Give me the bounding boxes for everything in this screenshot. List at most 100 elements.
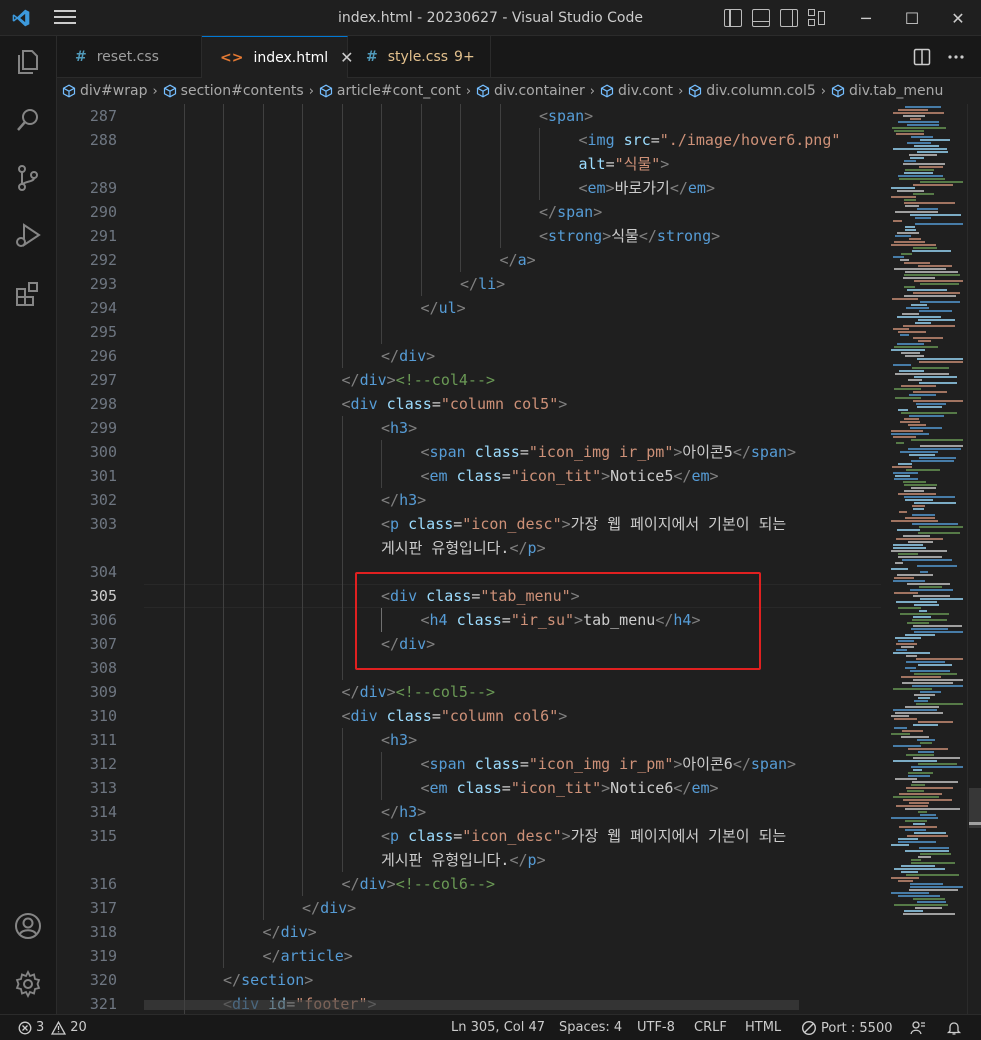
- minimap-line: [913, 508, 924, 510]
- language-mode[interactable]: HTML: [745, 1020, 781, 1035]
- code-token: 가장 웹 페이지에서 기본이 되는: [570, 827, 787, 845]
- code-line[interactable]: </h3>: [381, 488, 426, 512]
- close-window-button[interactable]: ✕: [935, 0, 981, 36]
- minimap[interactable]: [887, 104, 967, 1014]
- settings-gear-icon[interactable]: [12, 968, 44, 1000]
- code-token: <: [420, 467, 430, 485]
- breadcrumb-item[interactable]: div.container ›: [473, 83, 597, 99]
- minimap-line: [919, 361, 963, 363]
- tab-index-html[interactable]: <> index.html ✕: [202, 36, 354, 78]
- end-of-line[interactable]: CRLF: [694, 1020, 727, 1035]
- run-debug-icon[interactable]: [12, 220, 44, 252]
- horizontal-scrollbar[interactable]: [144, 1000, 799, 1010]
- breadcrumb-item[interactable]: section#contents ›: [160, 83, 316, 99]
- breadcrumb-item[interactable]: div#wrap ›: [59, 83, 160, 99]
- breadcrumb-item[interactable]: div.cont ›: [597, 83, 685, 99]
- code-token: img: [587, 131, 615, 149]
- breadcrumb-item[interactable]: div.column.col5 ›: [685, 83, 828, 99]
- minimap-line: [899, 370, 924, 372]
- code-token: src: [623, 131, 651, 149]
- minimap-line: [891, 244, 936, 246]
- code-line[interactable]: </article>: [263, 944, 353, 968]
- accounts-icon[interactable]: [12, 910, 44, 942]
- code-line[interactable]: <em class="icon_tit">Notice5</em>: [421, 464, 719, 488]
- toggle-panel-icon[interactable]: [752, 9, 770, 27]
- code-line[interactable]: <span class="icon_img ir_pm">아이콘6</span>: [421, 752, 797, 776]
- code-line[interactable]: <h3>: [381, 728, 417, 752]
- code-token: </: [341, 371, 360, 389]
- code-editor[interactable]: 287 288 289 290 291 292 293 294 295 296 297 298 299 3…: [57, 104, 981, 1014]
- code-line[interactable]: 게시판 유형입니다.</p>: [381, 536, 546, 560]
- line-number: 311: [89, 731, 117, 749]
- code-line[interactable]: <em class="icon_tit">Notice6</em>: [421, 776, 719, 800]
- code-line[interactable]: <p class="icon_desc">가장 웹 페이지에서 기본이 되는: [381, 824, 786, 848]
- minimize-button[interactable]: ─: [843, 0, 889, 36]
- code-line[interactable]: </div>: [263, 920, 317, 944]
- activity-bar: [0, 36, 57, 1014]
- html-file-icon: <>: [220, 49, 244, 66]
- code-line[interactable]: </div>: [381, 344, 435, 368]
- toggle-secondary-sidebar-icon[interactable]: [780, 9, 798, 27]
- code-token: </: [341, 683, 360, 701]
- chevron-right-icon: ›: [820, 83, 826, 99]
- code-line[interactable]: </a>: [500, 248, 536, 272]
- code-token: "icon_img ir_pm": [528, 443, 674, 461]
- toggle-primary-sidebar-icon[interactable]: [724, 9, 742, 27]
- vertical-scrollbar[interactable]: [967, 104, 981, 1014]
- tab-reset-css[interactable]: # reset.css: [57, 36, 202, 78]
- code-token: <: [539, 227, 549, 245]
- encoding[interactable]: UTF-8: [637, 1020, 675, 1035]
- code-line[interactable]: </div><!--col5-->: [342, 680, 496, 704]
- code-line[interactable]: </h3>: [381, 800, 426, 824]
- tab-style-css[interactable]: # style.css 9+: [348, 36, 491, 78]
- split-editor-icon[interactable]: [913, 48, 931, 66]
- notifications-bell-icon[interactable]: [946, 1020, 962, 1036]
- code-line[interactable]: <h3>: [381, 416, 417, 440]
- code-token: em: [691, 779, 710, 797]
- explorer-icon[interactable]: [12, 46, 44, 78]
- code-token: h3: [390, 419, 409, 437]
- code-line[interactable]: <div class="column col6">: [342, 704, 568, 728]
- problems-indicator[interactable]: 3 20: [18, 1020, 87, 1035]
- minimap-line: [910, 883, 943, 885]
- minimap-line: [891, 433, 929, 435]
- code-line[interactable]: <em>바로가기</em>: [579, 176, 715, 200]
- minimap-line: [891, 196, 916, 198]
- maximize-button[interactable]: ☐: [889, 0, 935, 36]
- breadcrumb-item[interactable]: div.tab_menu: [828, 83, 943, 99]
- code-line[interactable]: </div><!--col6-->: [342, 872, 496, 896]
- code-line[interactable]: <div class="column col5">: [342, 392, 568, 416]
- code-line[interactable]: <span>: [539, 104, 593, 128]
- search-icon[interactable]: [12, 104, 44, 136]
- code-line[interactable]: </div>: [302, 896, 356, 920]
- code-line[interactable]: </ul>: [421, 296, 466, 320]
- minimap-line: [913, 823, 925, 825]
- cursor-position[interactable]: Ln 305, Col 47: [451, 1020, 545, 1035]
- minimap-line: [920, 301, 960, 303]
- code-line[interactable]: <strong>식물</strong>: [539, 224, 720, 248]
- customize-layout-icon[interactable]: [808, 9, 826, 27]
- more-actions-icon[interactable]: [947, 48, 965, 66]
- code-line[interactable]: </span>: [539, 200, 602, 224]
- extensions-icon[interactable]: [12, 278, 44, 310]
- minimap-line: [899, 793, 942, 795]
- feedback-icon[interactable]: [910, 1020, 926, 1036]
- code-line[interactable]: 게시판 유형입니다.</p>: [381, 848, 546, 872]
- breadcrumb-item[interactable]: article#cont_cont ›: [316, 83, 473, 99]
- live-server-port[interactable]: Port : 5500: [801, 1020, 893, 1036]
- code-line[interactable]: <img src="./image/hover6.png": [579, 128, 841, 152]
- indentation[interactable]: Spaces: 4: [559, 1020, 622, 1035]
- code-line[interactable]: </li>: [460, 272, 505, 296]
- code-token: </: [420, 299, 439, 317]
- code-line[interactable]: <p class="icon_desc">가장 웹 페이지에서 기본이 되는: [381, 512, 786, 536]
- code-token: >: [426, 347, 436, 365]
- minimap-line: [891, 187, 915, 189]
- code-line[interactable]: </section>: [223, 968, 313, 992]
- code-line[interactable]: <span class="icon_img ir_pm">아이콘5</span>: [421, 440, 797, 464]
- source-control-icon[interactable]: [12, 162, 44, 194]
- code-line[interactable]: alt="식물">: [579, 152, 670, 176]
- code-line[interactable]: </div><!--col4-->: [342, 368, 496, 392]
- breadcrumb-label: div.cont: [618, 83, 674, 99]
- code-token: <: [539, 107, 549, 125]
